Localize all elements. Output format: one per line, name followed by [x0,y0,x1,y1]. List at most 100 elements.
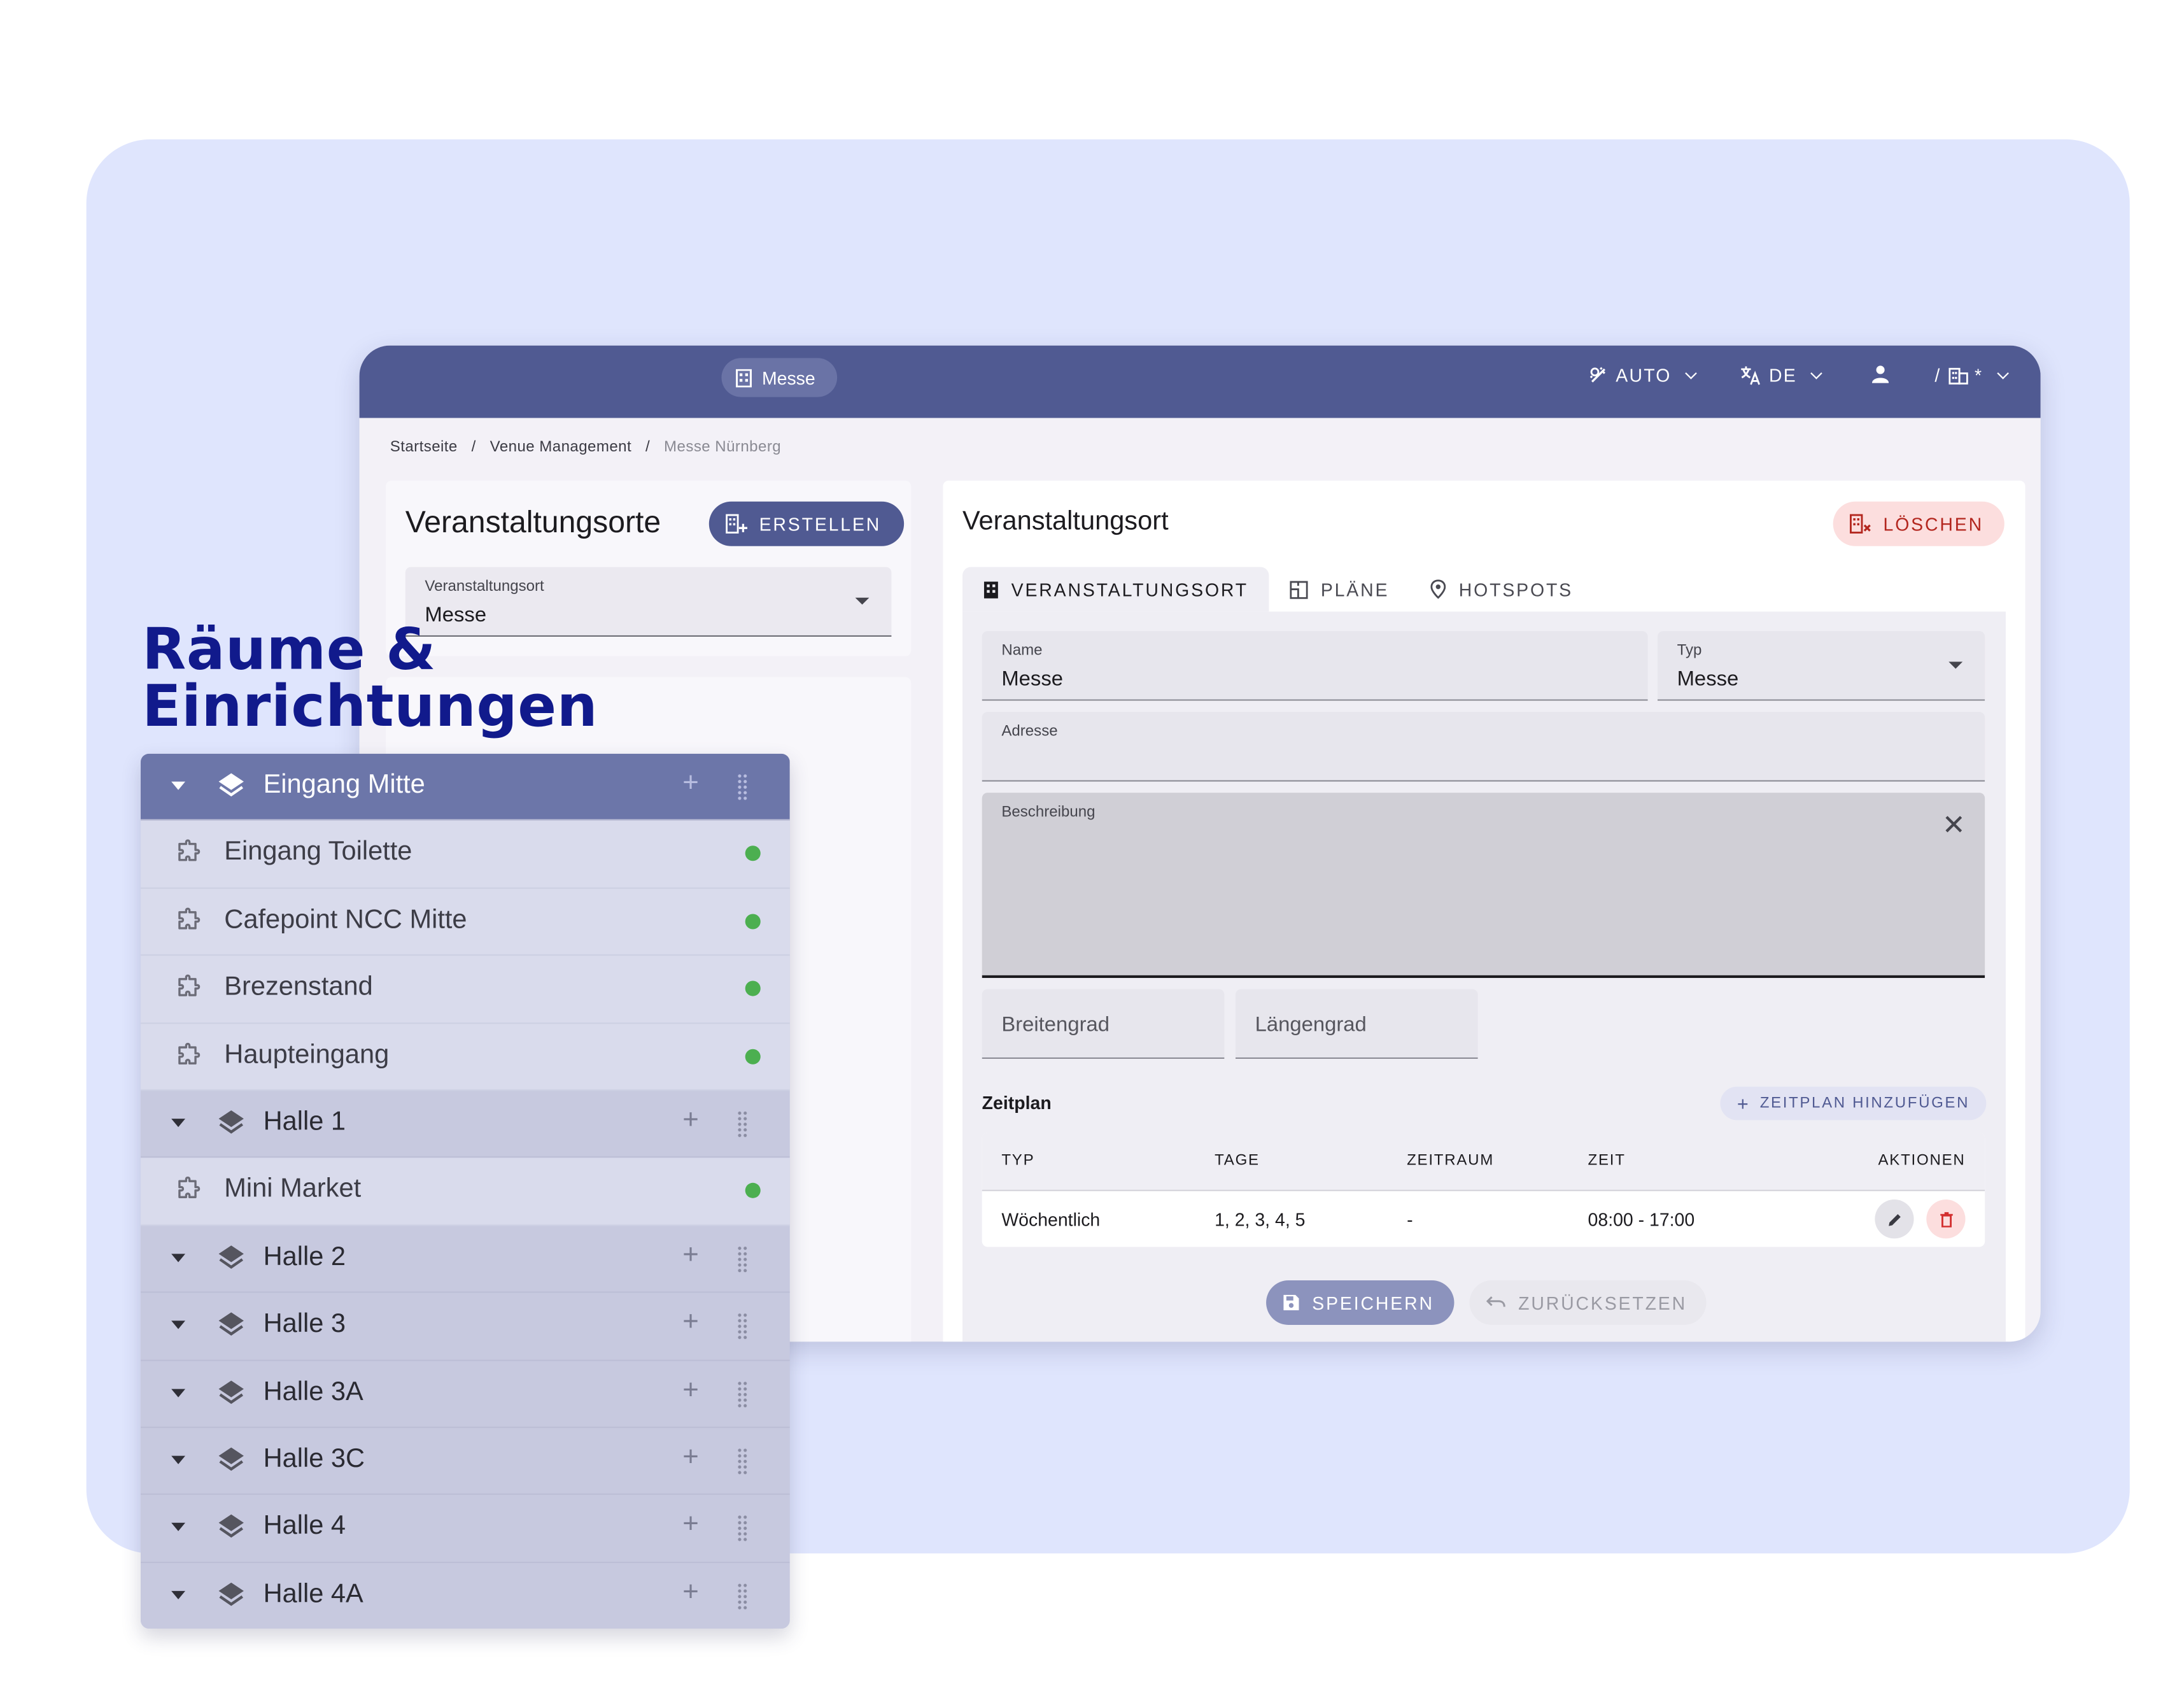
expand-arrow-icon[interactable] [171,1253,186,1262]
name-field[interactable]: Name Messe [982,631,1648,701]
tree-group-row[interactable]: Halle 2 + [141,1226,790,1293]
tree-leaf-name: Mini Market [224,1175,362,1205]
drag-handle-icon[interactable] [736,1380,749,1408]
add-child-icon[interactable]: + [682,1442,699,1474]
delete-row-button[interactable] [1926,1199,1966,1239]
reset-button[interactable]: ZURÜCKSETZEN [1469,1280,1707,1325]
tree-group-name: Eingang Mitte [263,770,425,800]
layers-icon [218,1380,244,1404]
theme-label: AUTO [1616,365,1672,386]
expand-arrow-icon[interactable] [171,1388,186,1397]
tree-leaf-row[interactable]: Haupteingang [141,1023,790,1091]
dropdown-arrow-icon [855,597,870,605]
tree-leaf-row[interactable]: Cafepoint NCC Mitte [141,888,790,956]
drag-handle-icon[interactable] [736,1515,749,1543]
expand-arrow-icon[interactable] [171,1455,186,1464]
tree-group-row[interactable]: Eingang Mitte + [141,753,790,821]
drag-handle-icon[interactable] [736,1582,749,1610]
drag-handle-icon[interactable] [736,1312,749,1341]
tree-group-row[interactable]: Halle 4A + [141,1562,790,1629]
drag-handle-icon[interactable] [736,1110,749,1138]
status-dot [745,1183,761,1199]
tree-group-row[interactable]: Halle 3C + [141,1427,790,1496]
tree-group-row[interactable]: Halle 1 + [141,1091,790,1159]
tab-venue[interactable]: VERANSTALTUNGSORT [962,567,1269,612]
type-select-value: Messe [1677,667,1739,691]
type-select[interactable]: Typ Messe [1657,631,1985,701]
tree-group-name: Halle 1 [263,1107,346,1137]
add-child-icon[interactable]: + [682,1576,699,1608]
create-button[interactable]: ERSTELLEN [708,501,904,546]
cell-type: Wöchentlich [1001,1209,1101,1231]
tree-leaf-name: Cafepoint NCC Mitte [224,905,467,935]
add-child-icon[interactable]: + [682,1105,699,1136]
layers-icon [218,1582,244,1606]
add-child-icon[interactable]: + [682,1307,699,1339]
add-child-icon[interactable]: + [682,768,699,800]
language-menu[interactable]: DE [1740,365,1822,386]
column-header-actions: AKTIONEN [1878,1152,1966,1169]
building-icon [736,368,752,387]
headline-line-2: Einrichtungen [142,672,598,740]
longitude-field[interactable]: Längengrad [1235,989,1478,1059]
breadcrumb-home[interactable]: Startseite [390,439,458,455]
add-schedule-button[interactable]: + ZEITPLAN HINZUFÜGEN [1720,1086,1987,1121]
latitude-field[interactable]: Breitengrad [982,989,1225,1059]
tab-hotspots-label: HOTSPOTS [1458,579,1573,600]
tree-leaf-row[interactable]: Eingang Toilette [141,821,790,889]
tab-plans[interactable]: PLÄNE [1269,567,1410,612]
tree-group-name: Halle 3A [263,1377,363,1407]
delete-button-label: LÖSCHEN [1883,513,1983,535]
drag-handle-icon[interactable] [736,1447,749,1476]
address-field[interactable]: Adresse [982,712,1985,782]
breadcrumb-current: Messe Nürnberg [664,439,782,456]
expand-arrow-icon[interactable] [171,781,186,790]
puzzle-icon [178,1177,201,1199]
expand-arrow-icon[interactable] [171,1320,186,1329]
create-button-label: ERSTELLEN [759,513,882,535]
expand-arrow-icon[interactable] [171,1590,186,1599]
save-button[interactable]: SPEICHERN [1266,1280,1454,1325]
column-header-period: ZEITRAUM [1407,1152,1495,1169]
drag-handle-icon[interactable] [736,1245,749,1273]
address-field-label: Adresse [1001,723,1058,740]
add-child-icon[interactable]: + [682,1509,699,1541]
chevron-down-icon [1810,367,1822,379]
dropdown-arrow-icon [1948,662,1963,669]
status-dot [745,980,761,996]
layers-icon [218,1245,244,1269]
organization-icon [1948,367,1968,384]
location-tree: Eingang Mitte + Eingang Toilette Cafepoi… [141,753,790,1629]
status-dot [745,913,761,930]
edit-button[interactable] [1875,1199,1914,1239]
reset-button-label: ZURÜCKSETZEN [1518,1292,1687,1313]
delete-button[interactable]: LÖSCHEN [1833,501,2004,546]
tree-leaf-row[interactable]: Brezenstand [141,956,790,1024]
table-row: Wöchentlich 1, 2, 3, 4, 5 - 08:00 - 17:0… [982,1191,1985,1247]
tree-group-row[interactable]: Halle 3A + [141,1360,790,1428]
tab-hotspots[interactable]: HOTSPOTS [1410,567,1594,612]
expand-arrow-icon[interactable] [171,1119,186,1128]
trash-icon [1940,1211,1952,1227]
building-icon [983,581,998,598]
add-child-icon[interactable]: + [682,1240,699,1271]
clear-icon[interactable]: ✕ [1942,812,1966,840]
organization-menu[interactable]: / * [1934,365,2009,386]
description-field[interactable]: Beschreibung ✕ [982,793,1985,979]
layers-icon [218,1447,244,1471]
drag-handle-icon[interactable] [736,773,749,802]
type-select-label: Typ [1677,642,1702,660]
headline-line-1: Räume & [142,616,437,683]
venue-chip[interactable]: Messe [721,358,838,397]
tree-leaf-row[interactable]: Mini Market [141,1158,790,1226]
tree-group-row[interactable]: Halle 3 + [141,1292,790,1361]
expand-arrow-icon[interactable] [171,1523,186,1532]
theme-menu[interactable]: AUTO [1588,365,1697,386]
user-menu[interactable] [1871,365,1889,383]
tree-group-row[interactable]: Halle 4 + [141,1495,790,1563]
puzzle-icon [178,1042,201,1064]
chevron-down-icon [1996,367,2009,379]
add-child-icon[interactable]: + [682,1375,699,1406]
breadcrumb-venue-management[interactable]: Venue Management [490,439,631,455]
tree-group-name: Halle 3C [263,1444,365,1474]
